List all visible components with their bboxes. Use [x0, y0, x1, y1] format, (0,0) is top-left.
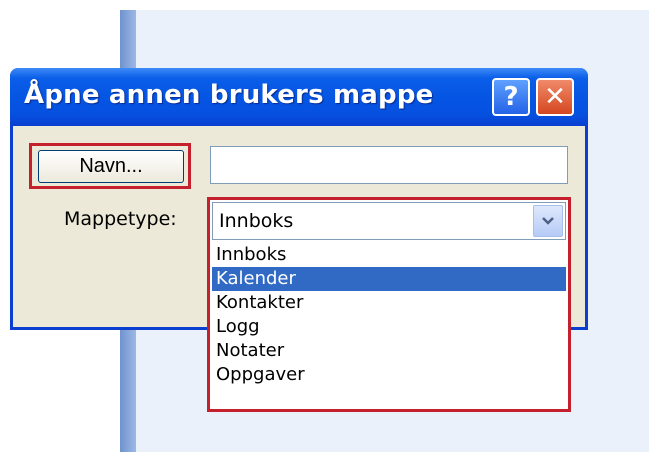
dropdown-button[interactable] — [533, 205, 563, 237]
option-kalender[interactable]: Kalender — [212, 267, 566, 291]
option-innboks[interactable]: Innboks — [212, 243, 566, 267]
option-logg[interactable]: Logg — [212, 315, 566, 339]
option-oppgaver[interactable]: Oppgaver — [212, 363, 566, 387]
folder-type-options-list: Innboks Kalender Kontakter Logg Notater … — [212, 243, 566, 409]
folder-type-label: Mappetype: — [64, 208, 177, 230]
dialog-title: Åpne annen brukers mappe — [24, 80, 434, 110]
close-icon: ✕ — [544, 82, 566, 112]
dialog-titlebar[interactable]: Åpne annen brukers mappe ? ✕ — [10, 68, 588, 126]
folder-type-select[interactable]: Innboks — [212, 202, 566, 240]
chevron-down-icon — [542, 217, 554, 225]
option-kontakter[interactable]: Kontakter — [212, 291, 566, 315]
option-notater[interactable]: Notater — [212, 339, 566, 363]
help-button[interactable]: ? — [492, 78, 530, 116]
name-button[interactable]: Navn... — [38, 150, 184, 183]
folder-type-selected-value: Innboks — [219, 210, 294, 232]
name-field[interactable] — [210, 146, 568, 184]
close-button[interactable]: ✕ — [536, 78, 574, 116]
help-icon: ? — [503, 82, 519, 112]
